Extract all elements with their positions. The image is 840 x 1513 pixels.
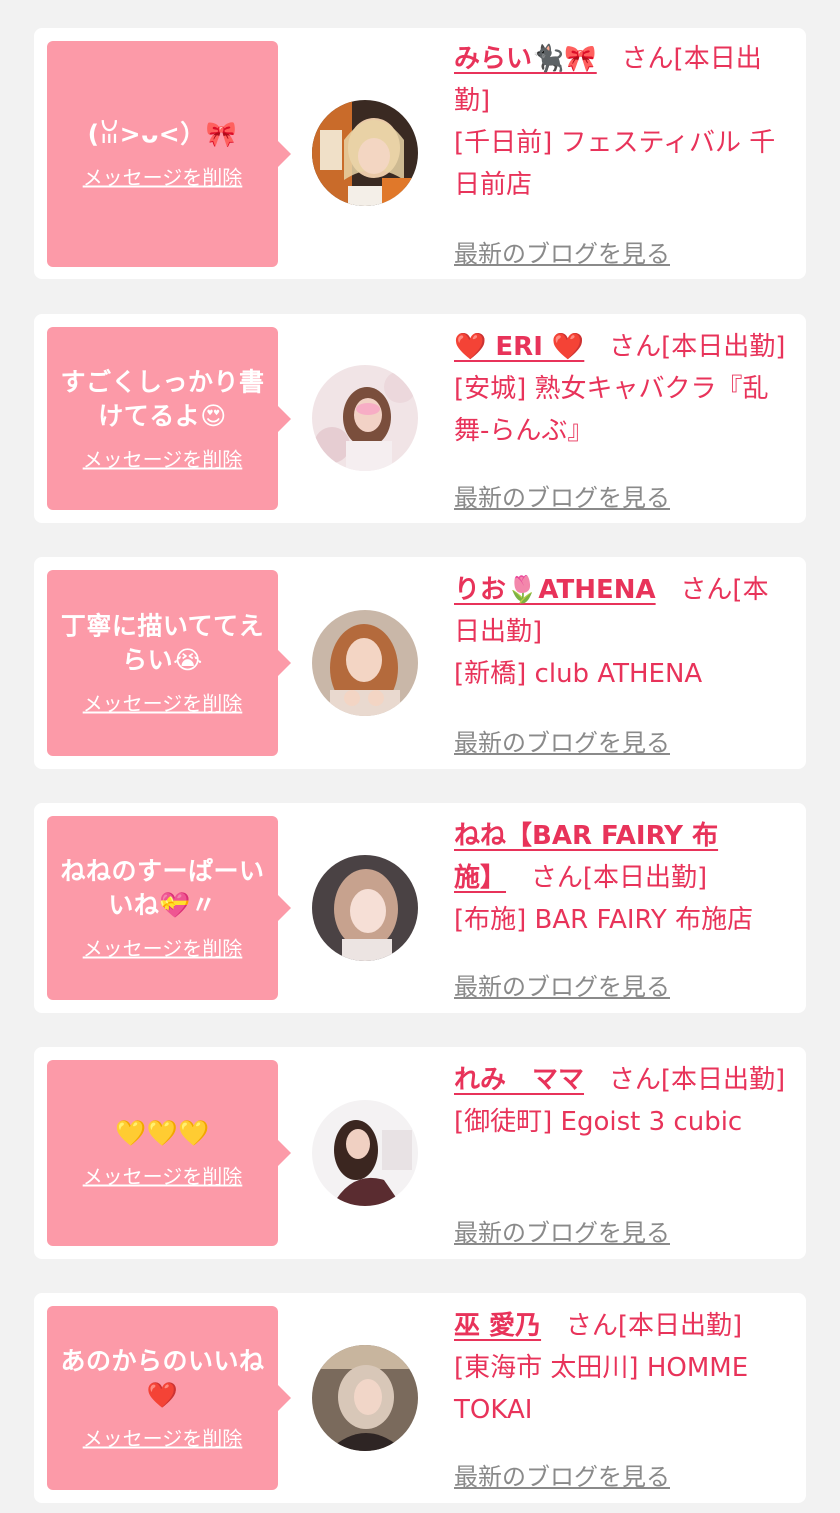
shop-name: [千日前] フェスティバル 千日前店 [454, 128, 776, 200]
message-bubble: 💛💛💛 メッセージを削除 [47, 1060, 291, 1246]
cast-info: りお🌷ATHENA さん[本日出勤] [新橋] club ATHENA [454, 569, 792, 695]
delete-message-link[interactable]: メッセージを削除 [83, 1161, 243, 1190]
message-bubble: (ꈍ>ᴗ<）🎀 メッセージを削除 [47, 41, 291, 267]
cast-status: さん[本日出勤] [530, 863, 708, 893]
cast-status: さん[本日出勤] [609, 332, 786, 362]
avatar[interactable] [312, 610, 418, 716]
avatar[interactable] [312, 100, 418, 206]
cast-info: れみ ママ さん[本日出勤] [御徒町] Egoist 3 cubic [454, 1059, 792, 1143]
cast-name-link[interactable]: みらい🐈‍⬛🎀 [454, 44, 597, 74]
avatar[interactable] [312, 1100, 418, 1206]
list-item: すごくしっかり書けてるよ😍 メッセージを削除 ❤️ ERI ❤️ さん[本日出勤… [34, 314, 806, 523]
message-bubble: あのからのいいね❤️ メッセージを削除 [47, 1306, 291, 1490]
message-bubble: すごくしっかり書けてるよ😍 メッセージを削除 [47, 327, 291, 510]
shop-name: [安城] 熟女キャバクラ『乱舞-らんぶ』 [454, 374, 769, 446]
latest-blog-link[interactable]: 最新のブログを見る [454, 1213, 670, 1248]
message-text: 丁寧に描いててえらい😭 [60, 611, 265, 675]
delete-message-link[interactable]: メッセージを削除 [83, 688, 243, 717]
delete-message-link[interactable]: メッセージを削除 [83, 1423, 243, 1452]
avatar[interactable] [312, 855, 418, 961]
cast-name-link[interactable]: ❤️ ERI ❤️ [454, 332, 584, 362]
message-text: 💛💛💛 [115, 1118, 210, 1148]
list-item: あのからのいいね❤️ メッセージを削除 巫 愛乃 さん[本日出勤] [東海市 太… [34, 1293, 806, 1503]
shop-name: [御徒町] Egoist 3 cubic [454, 1107, 743, 1137]
list-item: 丁寧に描いててえらい😭 メッセージを削除 りお🌷ATHENA さん[本日出勤] … [34, 557, 806, 769]
cast-status: さん[本日出勤] [608, 1065, 786, 1095]
cast-info: ❤️ ERI ❤️ さん[本日出勤] [安城] 熟女キャバクラ『乱舞-らんぶ』 [454, 326, 792, 452]
list-item: ねねのすーぱーいいね💝〃 メッセージを削除 ねね【BAR FAIRY 布施】 さ… [34, 803, 806, 1013]
avatar[interactable] [312, 1345, 418, 1451]
latest-blog-link[interactable]: 最新のブログを見る [454, 1457, 670, 1492]
latest-blog-link[interactable]: 最新のブログを見る [454, 234, 670, 269]
avatar[interactable] [312, 365, 418, 471]
shop-name: [布施] BAR FAIRY 布施店 [454, 905, 754, 935]
message-text: ねねのすーぱーいいね💝〃 [60, 856, 265, 920]
latest-blog-link[interactable]: 最新のブログを見る [454, 723, 670, 758]
message-text: すごくしっかり書けてるよ😍 [60, 367, 265, 430]
cast-name-link[interactable]: れみ ママ [454, 1065, 584, 1095]
message-text: あのからのいいね❤️ [60, 1346, 265, 1410]
message-bubble: ねねのすーぱーいいね💝〃 メッセージを削除 [47, 816, 291, 1000]
message-text: (ꈍ>ᴗ<）🎀 [87, 119, 238, 149]
cast-name-link[interactable]: 巫 愛乃 [454, 1311, 541, 1341]
cast-name-link[interactable]: りお🌷ATHENA [454, 575, 656, 605]
list-item: (ꈍ>ᴗ<）🎀 メッセージを削除 みらい🐈‍⬛🎀 さん[本日出勤] [千日前] … [34, 28, 806, 279]
latest-blog-link[interactable]: 最新のブログを見る [454, 967, 670, 1002]
liked-messages-list: (ꈍ>ᴗ<）🎀 メッセージを削除 みらい🐈‍⬛🎀 さん[本日出勤] [千日前] … [0, 0, 840, 1513]
cast-info: ねね【BAR FAIRY 布施】 さん[本日出勤] [布施] BAR FAIRY… [454, 815, 792, 941]
message-bubble: 丁寧に描いててえらい😭 メッセージを削除 [47, 570, 291, 756]
shop-name: [新橋] club ATHENA [454, 659, 703, 689]
cast-info: 巫 愛乃 さん[本日出勤] [東海市 太田川] HOMME TOKAI [454, 1305, 792, 1431]
list-item: 💛💛💛 メッセージを削除 れみ ママ さん[本日出勤] [御徒町] Egoist… [34, 1047, 806, 1259]
delete-message-link[interactable]: メッセージを削除 [83, 933, 243, 962]
delete-message-link[interactable]: メッセージを削除 [83, 162, 243, 191]
cast-info: みらい🐈‍⬛🎀 さん[本日出勤] [千日前] フェスティバル 千日前店 [454, 38, 792, 206]
delete-message-link[interactable]: メッセージを削除 [83, 443, 243, 472]
latest-blog-link[interactable]: 最新のブログを見る [454, 478, 670, 513]
shop-name: [東海市 太田川] HOMME TOKAI [454, 1353, 749, 1425]
cast-status: さん[本日出勤] [565, 1311, 743, 1341]
